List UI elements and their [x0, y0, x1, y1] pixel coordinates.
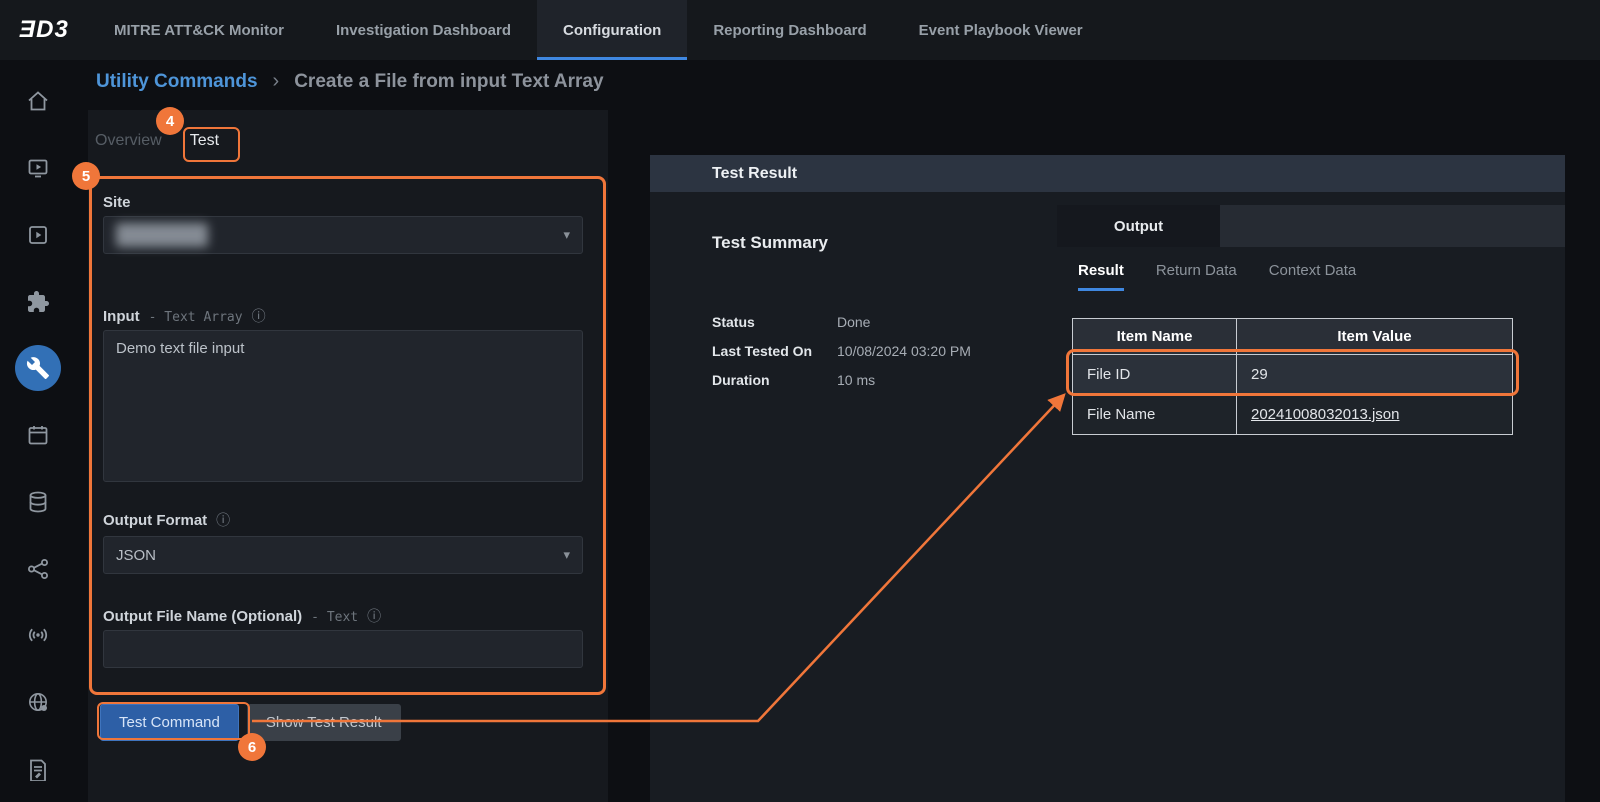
nav-item-investigation-dashboard[interactable]: Investigation Dashboard	[310, 0, 537, 60]
breadcrumb-separator-icon: ›	[273, 70, 280, 93]
command-test-panel: Overview Test Site ▾ Input - Text Array …	[88, 110, 608, 802]
file-id-value-cell: 29	[1237, 355, 1513, 395]
output-format-label: Output Format	[103, 512, 207, 529]
breadcrumb-utility-commands-link[interactable]: Utility Commands	[96, 71, 258, 93]
last-tested-on-label: Last Tested On	[712, 342, 837, 360]
info-icon[interactable]: ⓘ	[216, 510, 230, 530]
nav-item-mitre-attck-monitor[interactable]: MITRE ATT&CK Monitor	[88, 0, 310, 60]
sub-tab-return-data[interactable]: Return Data	[1156, 262, 1237, 291]
table-row-file-name: File Name 20241008032013.json	[1073, 395, 1513, 435]
page-title: Create a File from input Text Array	[294, 71, 603, 93]
database-icon[interactable]	[0, 468, 75, 535]
output-file-name-label: Output File Name (Optional)	[103, 608, 302, 625]
file-id-name-cell: File ID	[1073, 355, 1237, 395]
input-textarea[interactable]: Demo text file input	[103, 330, 583, 482]
top-nav-bar: ƎD3 MITRE ATT&CK Monitor Investigation D…	[0, 0, 1600, 60]
nav-item-event-playbook-viewer[interactable]: Event Playbook Viewer	[893, 0, 1109, 60]
show-test-result-button[interactable]: Show Test Result	[247, 704, 401, 741]
file-name-name-cell: File Name	[1073, 395, 1237, 435]
output-file-name-input[interactable]	[103, 630, 583, 668]
info-icon[interactable]: ⓘ	[252, 306, 266, 326]
broadcast-icon[interactable]	[0, 602, 75, 669]
integrations-puzzle-icon[interactable]	[0, 268, 75, 335]
media-monitor-icon[interactable]	[0, 135, 75, 202]
tab-test[interactable]: Test	[190, 132, 219, 150]
sub-tab-context-data[interactable]: Context Data	[1269, 262, 1357, 291]
nav-item-configuration[interactable]: Configuration	[537, 0, 687, 60]
status-label: Status	[712, 313, 837, 331]
chevron-down-icon: ▾	[563, 227, 570, 243]
breadcrumb: Utility Commands › Create a File from in…	[96, 70, 604, 93]
output-format-value: JSON	[116, 547, 156, 564]
test-result-panel: Test Result Test Summary Status Done Las…	[650, 155, 1565, 802]
output-format-select[interactable]: JSON ▾	[103, 536, 583, 574]
last-tested-on-value: 10/08/2024 03:20 PM	[837, 342, 971, 360]
home-icon[interactable]	[0, 68, 75, 135]
test-command-button[interactable]: Test Command	[100, 704, 239, 741]
tab-overview[interactable]: Overview	[95, 132, 162, 150]
tab-output[interactable]: Output	[1057, 205, 1220, 247]
table-row-file-id: File ID 29	[1073, 355, 1513, 395]
file-name-value-cell: 20241008032013.json	[1237, 395, 1513, 435]
test-summary-title: Test Summary	[712, 233, 828, 253]
output-tab-strip: Output	[1057, 205, 1565, 247]
duration-label: Duration	[712, 371, 837, 389]
test-summary-rows: Status Done Last Tested On 10/08/2024 03…	[712, 313, 971, 389]
globe-icon[interactable]	[0, 669, 75, 736]
sub-tab-result[interactable]: Result	[1078, 262, 1124, 291]
output-sub-tabs: Result Return Data Context Data	[1078, 262, 1356, 291]
info-icon[interactable]: ⓘ	[367, 606, 381, 626]
video-player-icon[interactable]	[0, 201, 75, 268]
site-label: Site	[103, 194, 131, 211]
report-icon[interactable]	[0, 735, 75, 802]
test-result-header: Test Result	[650, 155, 1565, 192]
active-icon-highlight	[15, 345, 61, 391]
input-label: Input	[103, 308, 140, 325]
panel-tabs: Overview Test	[95, 132, 219, 150]
utilities-wrench-icon[interactable]	[0, 335, 75, 402]
share-nodes-icon[interactable]	[0, 535, 75, 602]
status-value: Done	[837, 313, 971, 331]
nav-item-reporting-dashboard[interactable]: Reporting Dashboard	[687, 0, 892, 60]
table-header-item-value: Item Value	[1237, 319, 1513, 355]
site-select[interactable]: ▾	[103, 216, 583, 254]
site-value-redacted	[116, 223, 208, 247]
d3-logo[interactable]: ƎD3	[0, 0, 88, 60]
input-type-hint: - Text Array	[149, 310, 243, 325]
file-name-link[interactable]: 20241008032013.json	[1251, 406, 1399, 423]
table-header-item-name: Item Name	[1073, 319, 1237, 355]
result-table: Item Name Item Value File ID 29 File Nam…	[1072, 318, 1513, 435]
output-file-name-type-hint: - Text	[311, 610, 358, 625]
chevron-down-icon: ▾	[563, 547, 570, 563]
left-icon-sidebar	[0, 60, 75, 802]
duration-value: 10 ms	[837, 371, 971, 389]
calendar-icon[interactable]	[0, 402, 75, 469]
